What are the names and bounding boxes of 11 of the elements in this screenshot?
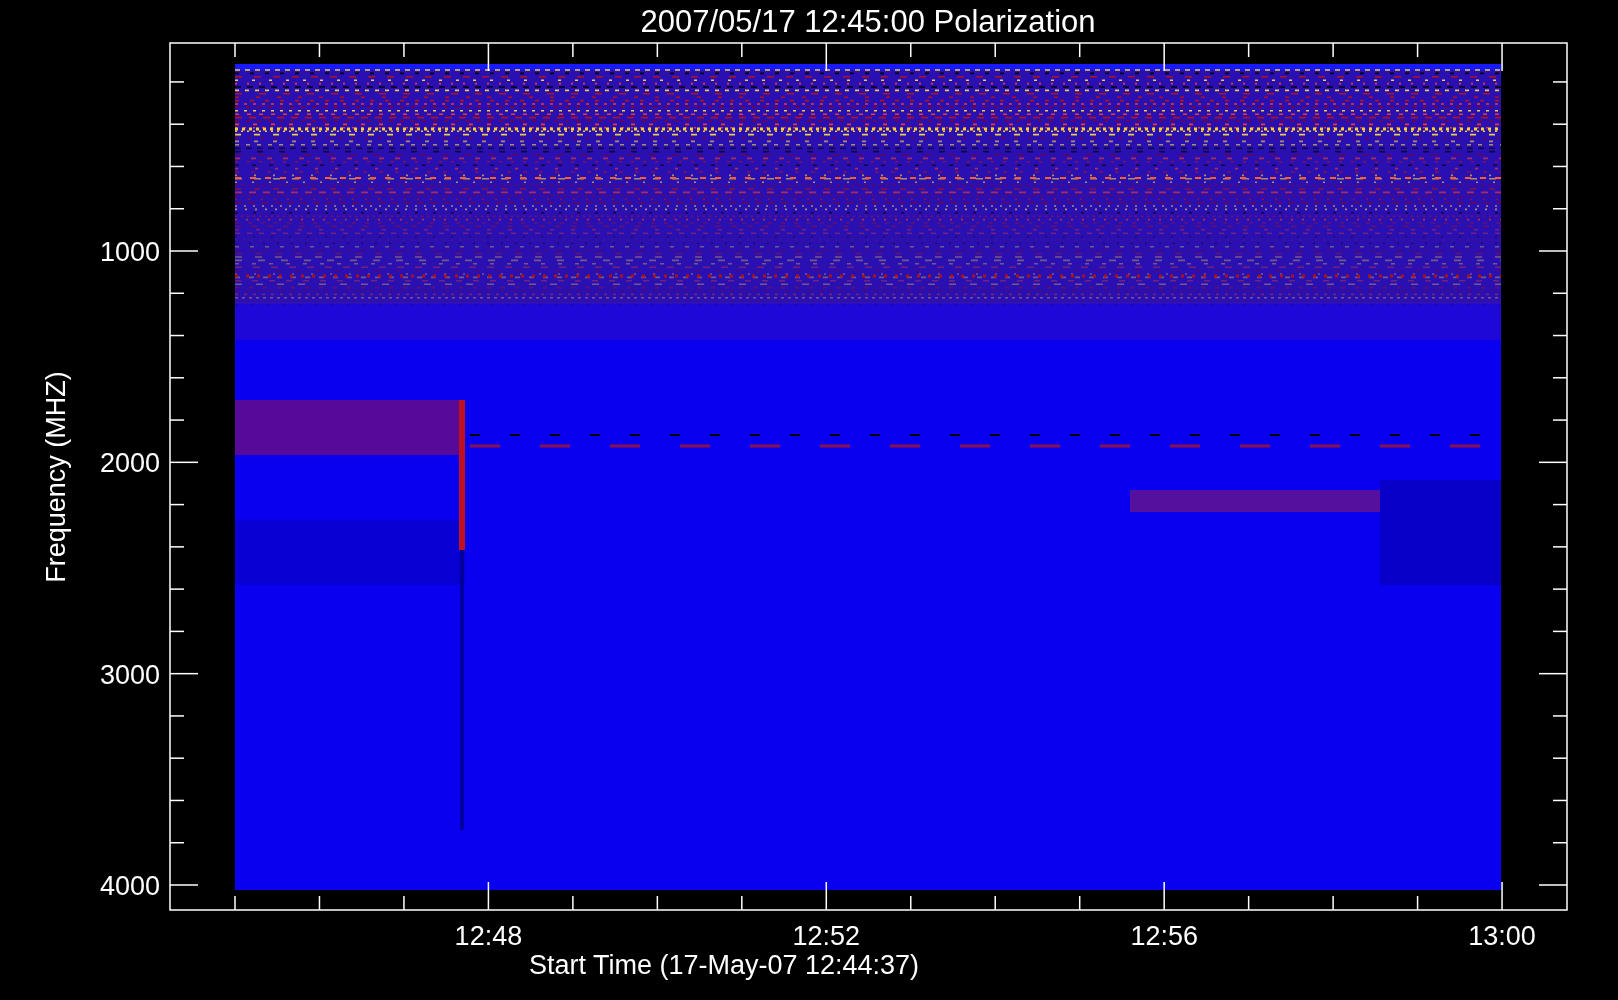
x-tick-label: 12:52	[792, 921, 861, 951]
chart-title: 2007/05/17 12:45:00 Polarization	[640, 4, 1096, 39]
x-tick-label: 12:56	[1130, 921, 1198, 951]
x-tick-label: 13:00	[1468, 921, 1536, 951]
x-tick-label: 12:48	[454, 921, 523, 951]
y-tick-label: 3000	[99, 659, 160, 690]
y-axis-label: Frequency (MHZ)	[41, 371, 71, 583]
y-tick-label: 2000	[99, 448, 160, 479]
y-tick-label: 1000	[99, 237, 160, 267]
y-tick-label: 4000	[99, 871, 160, 901]
x-axis-label: Start Time (17-May-07 12:44:37)	[528, 950, 920, 980]
